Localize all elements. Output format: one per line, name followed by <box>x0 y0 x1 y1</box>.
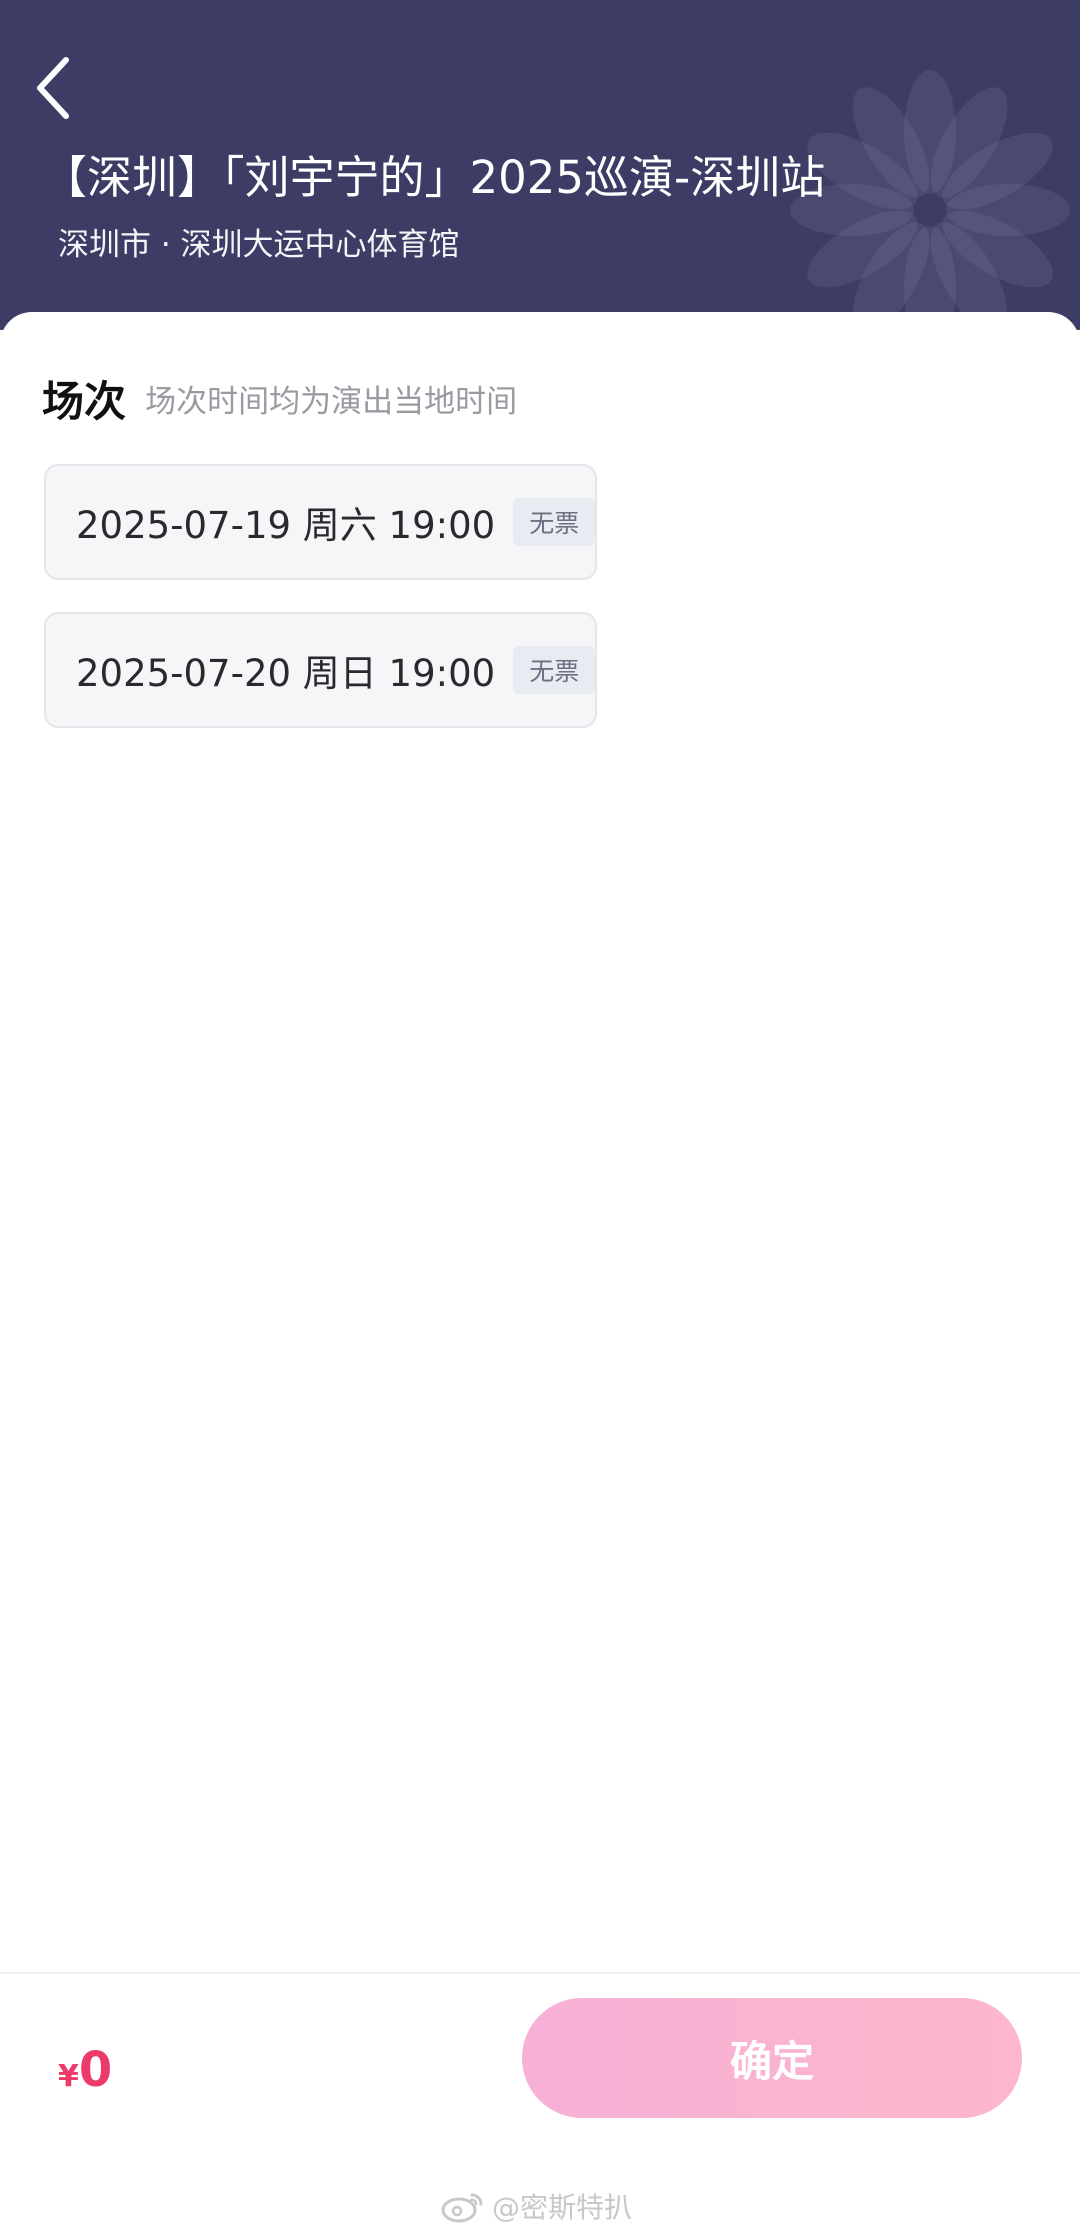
event-venue: 深圳市 · 深圳大运中心体育馆 <box>58 227 460 263</box>
session-picker-sheet: 场次 场次时间均为演出当地时间 2025-07-19 周六 19:00 无票 2… <box>0 312 1080 1972</box>
session-datetime: 2025-07-19 周六 19:00 <box>76 504 496 547</box>
section-header: 场次 场次时间均为演出当地时间 <box>42 368 517 429</box>
total-price: ¥0 <box>58 2042 112 2098</box>
weibo-icon <box>441 2193 483 2223</box>
watermark: @密斯特扒 <box>440 2186 632 2226</box>
session-option[interactable]: 2025-07-20 周日 19:00 无票 <box>44 612 598 728</box>
event-header: 【深圳】「刘宇宁的」2025巡演-深圳站 深圳市 · 深圳大运中心体育馆 <box>0 0 1080 330</box>
event-title: 【深圳】「刘宇宁的」2025巡演-深圳站 <box>42 151 826 204</box>
watermark-text: @密斯特扒 <box>492 2191 633 2224</box>
session-datetime: 2025-07-20 周日 19:00 <box>76 652 496 695</box>
confirm-button[interactable]: 确定 <box>522 1998 1022 2118</box>
section-hint: 场次时间均为演出当地时间 <box>145 384 518 420</box>
session-option[interactable]: 2025-07-19 周六 19:00 无票 <box>44 464 598 580</box>
back-button[interactable] <box>28 52 84 124</box>
price-value: 0 <box>78 2042 113 2098</box>
status-badge: 无票 <box>513 498 596 546</box>
section-title: 场次 <box>42 377 127 426</box>
chevron-left-icon <box>37 57 69 119</box>
currency-symbol: ¥ <box>58 2059 79 2094</box>
status-badge: 无票 <box>513 646 596 694</box>
